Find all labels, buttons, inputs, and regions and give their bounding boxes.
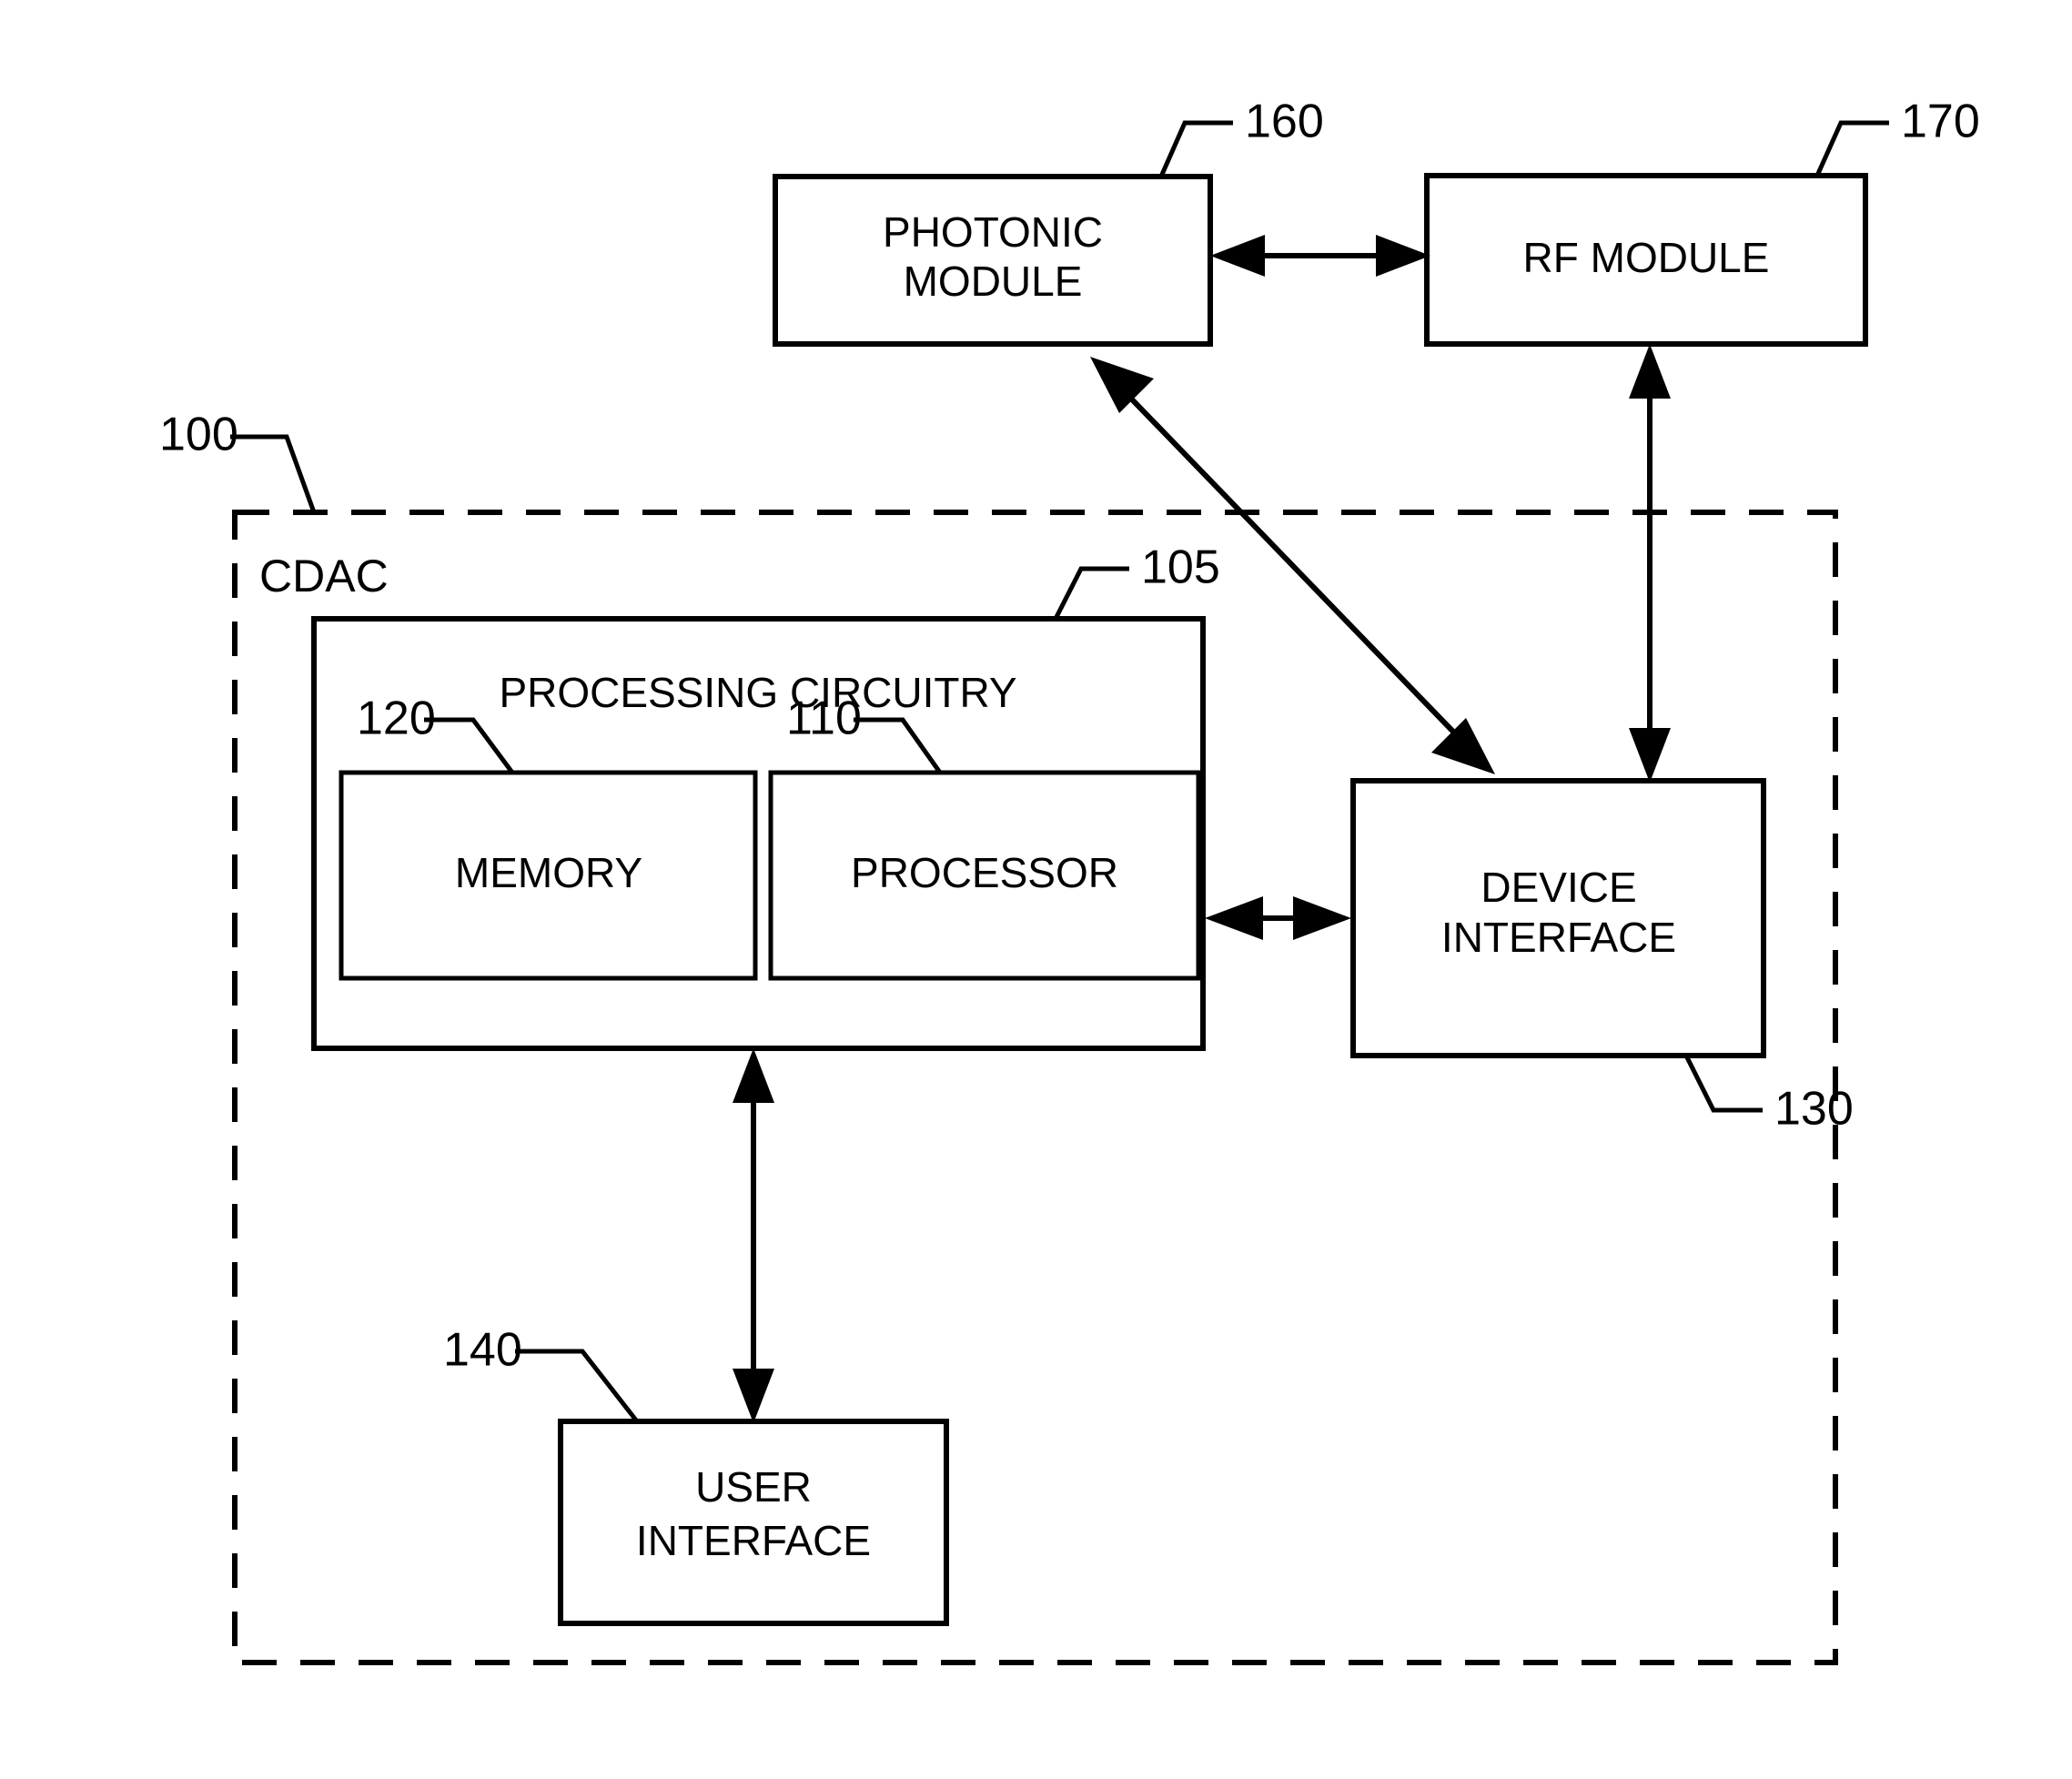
photonic-module-ref-leader [1158,120,1233,178]
device-interface-label-line1: DEVICE [1481,864,1636,911]
arrowhead-left [1205,896,1263,940]
arrowhead-lower-right [1431,718,1495,774]
connector-processing-to-device-interface [1205,896,1351,940]
arrowhead-down [1629,728,1671,783]
cdac-ref-leader [230,434,317,513]
photonic-module-ref-number: 160 [1245,96,1324,148]
connector-processing-to-user-interface [733,1048,774,1423]
rf-module-ref-number: 170 [1901,96,1980,148]
arrowhead-left [1210,235,1265,277]
device-interface-label-line2: INTERFACE [1441,914,1676,961]
processing-circuitry-ref-leader [1053,566,1129,621]
processing-circuitry-ref-number: 105 [1141,541,1220,594]
device-interface-ref-number: 130 [1774,1083,1854,1136]
memory-ref-number: 120 [357,692,436,745]
photonic-module-label-line1: PHOTONIC [883,208,1103,256]
arrowhead-right [1376,235,1430,277]
arrowhead-down [733,1369,774,1423]
arrowhead-upper-left [1090,357,1154,413]
processor-ref-number: 110 [786,692,862,745]
photonic-module-label-line2: MODULE [904,258,1083,305]
arrowhead-up [1629,344,1671,399]
memory-label: MEMORY [455,849,642,896]
diagram-canvas: 100 CDAC PHOTONIC MODULE 160 RF MODULE 1… [159,96,1980,1665]
user-interface-label-line1: USER [695,1463,812,1511]
connector-photonic-to-rf [1210,235,1430,277]
user-interface-ref-number: 140 [443,1324,522,1377]
rf-module-ref-leader [1814,120,1889,177]
arrowhead-up [733,1048,774,1103]
rf-module-label-line1: RF MODULE [1523,234,1770,281]
cdac-label: CDAC [259,551,389,601]
user-interface-ref-leader [515,1349,639,1423]
arrowhead-right [1293,896,1351,940]
cdac-ref-number: 100 [159,409,238,461]
processing-circuitry-label-line1: PROCESSING CIRCUITRY [499,669,1016,716]
device-interface-ref-leader [1683,1054,1763,1113]
processor-label: PROCESSOR [851,849,1118,896]
user-interface-label-line2: INTERFACE [636,1517,871,1564]
patent-figure: 100 CDAC PHOTONIC MODULE 160 RF MODULE 1… [0,0,2072,1779]
connector-rf-to-device-interface [1629,344,1671,783]
